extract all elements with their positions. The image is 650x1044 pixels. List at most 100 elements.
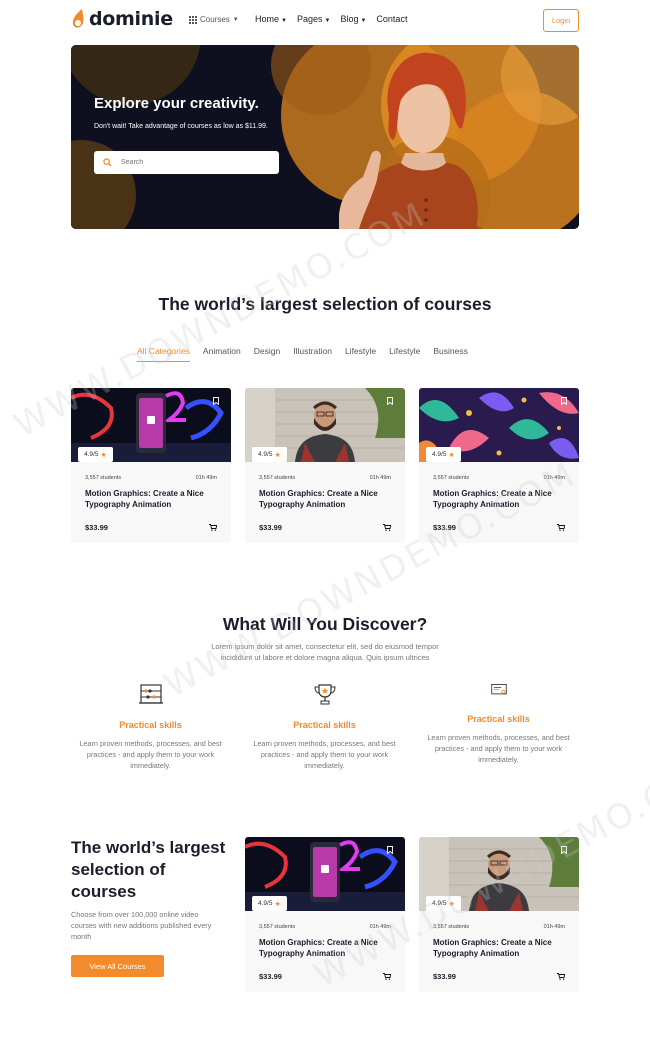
nav-item-contact[interactable]: Contact xyxy=(376,14,407,24)
certificate-icon xyxy=(490,684,507,695)
student-count: 3,557 students xyxy=(433,924,470,930)
star-icon: ★ xyxy=(274,451,281,459)
course-duration: 01h 49m xyxy=(543,924,565,930)
courses-dropdown[interactable]: Courses ▼ xyxy=(189,15,239,24)
student-count: 3,557 students xyxy=(85,475,122,481)
course-title[interactable]: Motion Graphics: Create a Nice Typograph… xyxy=(433,937,573,959)
bookmark-icon[interactable] xyxy=(213,397,219,405)
bookmark-icon[interactable] xyxy=(387,846,393,854)
bookmark-icon[interactable] xyxy=(561,397,567,405)
search-icon xyxy=(103,158,112,167)
tab-lifestyle[interactable]: Lifestyle xyxy=(389,346,420,362)
feature-title: Practical skills xyxy=(293,720,356,730)
tab-illustration[interactable]: Illustration xyxy=(293,346,332,362)
rating-badge: 4.9/5 ★ xyxy=(426,447,461,462)
view-all-courses-button[interactable]: View All Courses xyxy=(71,955,164,977)
trophy-icon xyxy=(313,684,336,705)
hero-search-box[interactable] xyxy=(94,151,279,174)
grid-icon xyxy=(189,15,197,24)
tab-lifestyle[interactable]: Lifestyle xyxy=(345,346,376,362)
selection-section-title: The world’s largest selection of courses xyxy=(158,294,492,314)
rating-badge: 4.9/5 ★ xyxy=(78,447,113,462)
course-card[interactable]: 4.9/5 ★ 3,557 students 01h 49m Motion Graphi… xyxy=(419,388,579,543)
rating-badge: 4.9/5 ★ xyxy=(426,896,461,911)
login-button[interactable]: Login xyxy=(543,9,579,32)
logo-text: dominie xyxy=(89,8,173,30)
feature-title: Practical skills xyxy=(119,720,182,730)
nav-item-label: Contact xyxy=(376,14,408,24)
course-duration: 01h 49m xyxy=(369,924,391,930)
nav-item-home[interactable]: Home ▼ xyxy=(255,14,287,24)
feature-title: Practical skills xyxy=(467,714,530,724)
tab-business[interactable]: Business xyxy=(433,346,468,362)
course-price: $33.99 xyxy=(259,972,282,981)
chevron-down-icon: ▼ xyxy=(324,18,331,24)
search-input[interactable] xyxy=(121,159,261,166)
tab-design[interactable]: Design xyxy=(254,346,280,362)
course-price: $33.99 xyxy=(433,972,456,981)
feature-practical-skills-2: Practical skills Learn proven methods, p… xyxy=(242,683,407,771)
course-duration: 01h 49m xyxy=(195,475,217,481)
nav-item-pages[interactable]: Pages ▼ xyxy=(297,14,330,24)
nav-item-label: Blog xyxy=(340,14,359,24)
logo-mark-icon xyxy=(70,8,86,30)
rating-badge: 4.9/5 ★ xyxy=(252,447,287,462)
cart-icon[interactable] xyxy=(209,524,217,531)
course-price: $33.99 xyxy=(85,523,108,532)
rating-value: 4.9/5 xyxy=(258,451,273,458)
rating-value: 4.9/5 xyxy=(84,451,99,458)
bookmark-icon[interactable] xyxy=(387,397,393,405)
feature-practical-skills-1: Practical skills Learn proven methods, p… xyxy=(68,683,233,771)
rating-value: 4.9/5 xyxy=(432,900,447,907)
cart-icon[interactable] xyxy=(557,973,565,980)
cart-icon[interactable] xyxy=(557,524,565,531)
main-menu: Home ▼ Pages ▼ Blog ▼ Contact xyxy=(255,14,407,24)
chevron-down-icon: ▼ xyxy=(281,18,287,24)
star-icon: ★ xyxy=(448,451,455,459)
rating-badge: 4.9/5 ★ xyxy=(252,896,287,911)
course-card[interactable]: 4.9/5 ★ 3,557 students 01h 49m Motion Graphi… xyxy=(245,388,405,543)
student-count: 3,557 students xyxy=(259,475,296,481)
course-title[interactable]: Motion Graphics: Create a Nice Typograph… xyxy=(433,488,573,510)
student-count: 3,557 students xyxy=(433,475,470,481)
feature-description: Learn proven methods, processes, and bes… xyxy=(427,733,570,764)
discover-section-title: What Will You Discover? xyxy=(222,614,428,634)
abacus-icon xyxy=(138,684,163,704)
course-title[interactable]: Motion Graphics: Create a Nice Typograph… xyxy=(259,488,399,510)
hero-title: Explore your creativity. xyxy=(94,95,259,112)
promo-subtitle: Choose from over 100,000 online video co… xyxy=(71,910,212,941)
tab-all-categories[interactable]: All Categories xyxy=(137,346,190,362)
category-tabs: All Categories Animation Design Illustratio… xyxy=(137,346,468,362)
course-card[interactable]: 4.9/5 ★ 3,557 students 01h 49m Motion Graphi… xyxy=(71,388,231,543)
course-title[interactable]: Motion Graphics: Create a Nice Typograph… xyxy=(259,937,399,959)
course-title[interactable]: Motion Graphics: Create a Nice Typograph… xyxy=(85,488,225,510)
hero-background-image xyxy=(71,45,579,229)
discover-subtitle: Lorem ipsum dolor sit amet, consectetur … xyxy=(211,642,439,662)
star-icon: ★ xyxy=(274,900,281,908)
nav-item-label: Pages xyxy=(296,14,323,24)
logo[interactable]: dominie xyxy=(70,8,173,30)
course-card[interactable]: 4.9/5 ★ 3,557 students 01h 49m Motion Graphi… xyxy=(419,837,579,992)
rating-value: 4.9/5 xyxy=(258,900,273,907)
nav-item-label: Home xyxy=(255,14,280,24)
feature-description: Learn proven methods, processes, and bes… xyxy=(79,739,222,770)
tab-animation[interactable]: Animation xyxy=(203,346,241,362)
course-card[interactable]: 4.9/5 ★ 3,557 students 01h 49m Motion Graphi… xyxy=(245,837,405,992)
chevron-down-icon: ▼ xyxy=(360,18,367,24)
top-navbar: dominie Courses ▼ Home ▼ Pages ▼ Blog ▼ Contac… xyxy=(0,0,650,42)
course-price: $33.99 xyxy=(259,523,282,532)
feature-description: Learn proven methods, processes, and bes… xyxy=(253,739,396,770)
courses-dropdown-label: Courses xyxy=(200,15,230,24)
bookmark-icon[interactable] xyxy=(561,846,567,854)
hero-banner: Explore your creativity. Don't wait! Tak… xyxy=(71,45,579,229)
cart-icon[interactable] xyxy=(383,973,391,980)
course-price: $33.99 xyxy=(433,523,456,532)
nav-item-blog[interactable]: Blog ▼ xyxy=(340,14,366,24)
chevron-down-icon: ▼ xyxy=(232,16,239,23)
course-duration: 01h 49m xyxy=(543,475,565,481)
promo-title: The world’s largest selection of courses xyxy=(71,838,226,901)
star-icon: ★ xyxy=(100,451,107,459)
cart-icon[interactable] xyxy=(383,524,391,531)
hero-subtitle: Don't wait! Take advantage of courses as… xyxy=(94,123,268,130)
rating-value: 4.9/5 xyxy=(432,451,447,458)
